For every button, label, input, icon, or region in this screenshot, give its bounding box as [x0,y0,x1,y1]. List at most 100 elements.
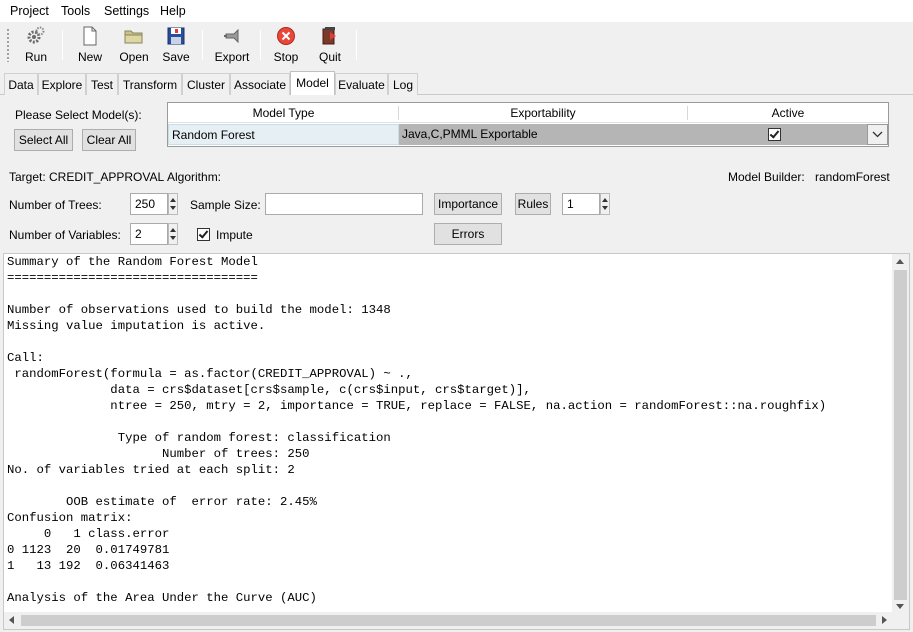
output-line: No. of variables tried at each split: 2 [7,463,295,477]
impute-label: Impute [216,228,253,242]
save-label: Save [162,50,190,64]
active-cell[interactable] [682,124,867,145]
quit-door-icon [320,26,340,46]
scroll-right-icon[interactable] [882,616,887,624]
model-table-header: Model Type Exportability Active [168,103,888,123]
model-builder-label: Model Builder: [728,170,805,184]
open-label: Open [119,50,149,64]
model-dropdown-button[interactable] [867,124,888,145]
output-line: randomForest(formula = as.factor(CREDIT_… [7,367,413,381]
toolbar: Run New Open Save Export Stop Quit [0,22,913,70]
stop-button[interactable]: Stop [271,26,301,66]
new-label: New [77,50,102,64]
number-of-variables-label: Number of Variables: [9,228,121,242]
impute-checkbox[interactable] [197,228,210,241]
model-row-random-forest[interactable]: Random Forest Java,C,PMML Exportable [168,124,888,145]
export-plug-icon [222,26,242,46]
number-of-trees-label: Number of Trees: [9,198,102,212]
number-of-trees-spinner[interactable] [168,193,178,215]
scroll-up-icon[interactable] [896,259,904,264]
output-line: 0 1 class.error [7,527,170,541]
quit-button[interactable]: Quit [314,26,346,66]
importance-button[interactable]: Importance [434,193,502,215]
tab-evaluate[interactable]: Evaluate [335,73,388,95]
quit-label: Quit [318,50,341,64]
number-of-variables-spinner[interactable] [168,223,178,245]
export-button[interactable]: Export [212,26,252,66]
column-exportability[interactable]: Exportability [399,106,687,120]
floppy-disk-icon [166,26,186,46]
horizontal-scroll-thumb[interactable] [21,615,876,626]
menu-settings[interactable]: Settings [104,4,149,18]
new-document-icon [80,26,100,46]
model-summary-text: Summary of the Random Forest Model ======… [4,254,909,606]
output-line: Number of trees: 250 [7,447,310,461]
tab-data[interactable]: Data [4,73,38,95]
stop-icon [276,26,296,46]
output-line: Summary of the Random Forest Model [7,255,258,269]
sample-size-input[interactable] [265,193,423,215]
output-line: ntree = 250, mtry = 2, importance = TRUE… [7,399,827,413]
number-of-variables-input[interactable]: 2 [130,223,168,245]
scroll-down-icon[interactable] [896,604,904,609]
model-builder-value: randomForest [815,170,890,184]
menu-tools[interactable]: Tools [61,4,90,18]
export-label: Export [214,50,250,64]
tab-bar: Data Explore Test Transform Cluster Asso… [0,71,913,96]
menu-project[interactable]: Project [10,4,49,18]
output-line: Missing value imputation is active. [7,319,266,333]
model-type-cell[interactable]: Random Forest [168,124,399,145]
open-button[interactable]: Open [117,26,151,66]
active-checkbox[interactable] [768,128,781,141]
algorithm-label: Algorithm: [167,170,222,184]
model-output-textview[interactable]: Summary of the Random Forest Model ======… [3,253,910,630]
save-button[interactable]: Save [160,26,192,66]
tab-test[interactable]: Test [86,73,118,95]
output-line: 1 13 192 0.06341463 [7,559,170,573]
output-line: data = crs$dataset[crs$sample, c(crs$inp… [7,383,531,397]
tab-transform[interactable]: Transform [118,73,182,95]
errors-button[interactable]: Errors [434,223,502,245]
run-button[interactable]: Run [20,26,52,66]
number-of-trees-input[interactable]: 250 [130,193,168,215]
output-line: OOB estimate of error rate: 2.45% [7,495,317,509]
output-line: Number of observations used to build the… [7,303,391,317]
model-panel: Please Select Model(s): Select All Clear… [0,95,913,632]
chevron-down-icon [872,131,883,138]
tab-explore[interactable]: Explore [38,73,86,95]
rules-number-input[interactable]: 1 [562,193,600,215]
check-icon [198,228,209,239]
horizontal-scrollbar[interactable] [4,612,909,629]
menu-help[interactable]: Help [160,4,186,18]
rules-number-spinner[interactable] [600,193,610,215]
tab-associate[interactable]: Associate [230,73,290,95]
scroll-left-icon[interactable] [9,616,14,624]
output-line: Analysis of the Area Under the Curve (AU… [7,591,317,605]
tab-log[interactable]: Log [388,73,418,95]
tab-cluster[interactable]: Cluster [182,73,230,95]
gears-icon [26,26,46,46]
tab-model[interactable]: Model [290,71,335,96]
output-line: ================================== [7,271,258,285]
rules-button[interactable]: Rules [515,193,551,215]
folder-icon [124,26,144,46]
model-table: Model Type Exportability Active Random F… [167,102,889,147]
output-line: Type of random forest: classification [7,431,391,445]
toolbar-grip[interactable] [6,28,10,62]
new-button[interactable]: New [74,26,106,66]
vertical-scrollbar[interactable] [892,254,909,614]
column-active[interactable]: Active [688,106,888,120]
target-label: Target: CREDIT_APPROVAL [9,170,165,184]
select-models-label: Please Select Model(s): [15,108,142,122]
vertical-scroll-thumb[interactable] [894,270,907,600]
column-model-type[interactable]: Model Type [168,106,399,120]
select-all-button[interactable]: Select All [14,129,73,151]
menu-bar: Project Tools Settings Help [0,0,913,22]
check-icon [769,128,780,139]
clear-all-button[interactable]: Clear All [82,129,136,151]
